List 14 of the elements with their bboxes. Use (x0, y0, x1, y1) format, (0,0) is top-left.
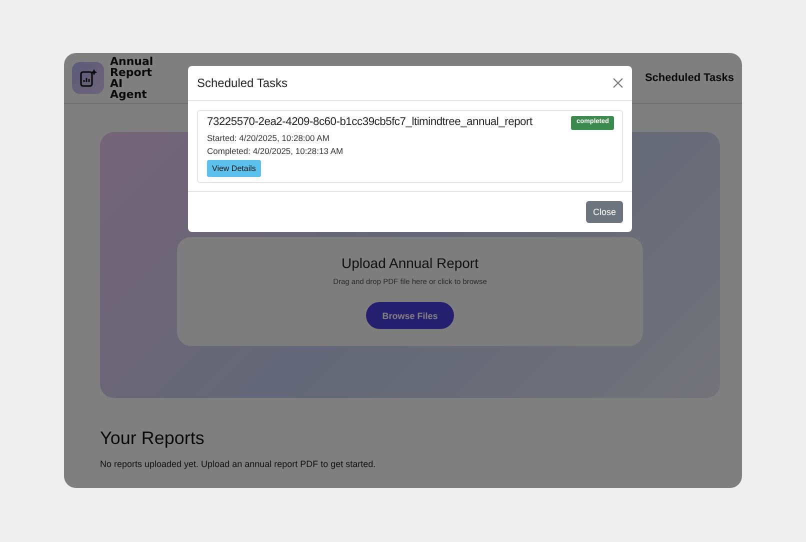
nav-link[interactable]: Scheduled Tasks (644, 72, 734, 84)
upload-title: Upload Annual Report (342, 255, 478, 271)
dialog-title: Scheduled Tasks (197, 76, 288, 90)
started-time: Started: 4/20/2025, 10:28:00 AM (207, 133, 330, 143)
empty-reports-message: No reports uploaded yet. Upload an annual report PDF to get started. (100, 459, 377, 469)
close-button[interactable]: Close (586, 201, 623, 223)
reports-heading: Your Reports (100, 428, 206, 449)
app-title: Annual Report AI Agent (110, 56, 154, 100)
completed-time: Completed: 4/20/2025, 10:28:13 AM (207, 146, 344, 156)
close-icon[interactable] (613, 78, 623, 88)
browse-files-button[interactable]: Browse Files (366, 302, 454, 329)
task-name: 73225570-2ea2-4209-8c60-b1cc39cb5fc7_ltimindtree_annual_report (207, 116, 532, 128)
app-logo-icon (72, 62, 104, 94)
view-details-button[interactable]: View Details (207, 160, 261, 177)
